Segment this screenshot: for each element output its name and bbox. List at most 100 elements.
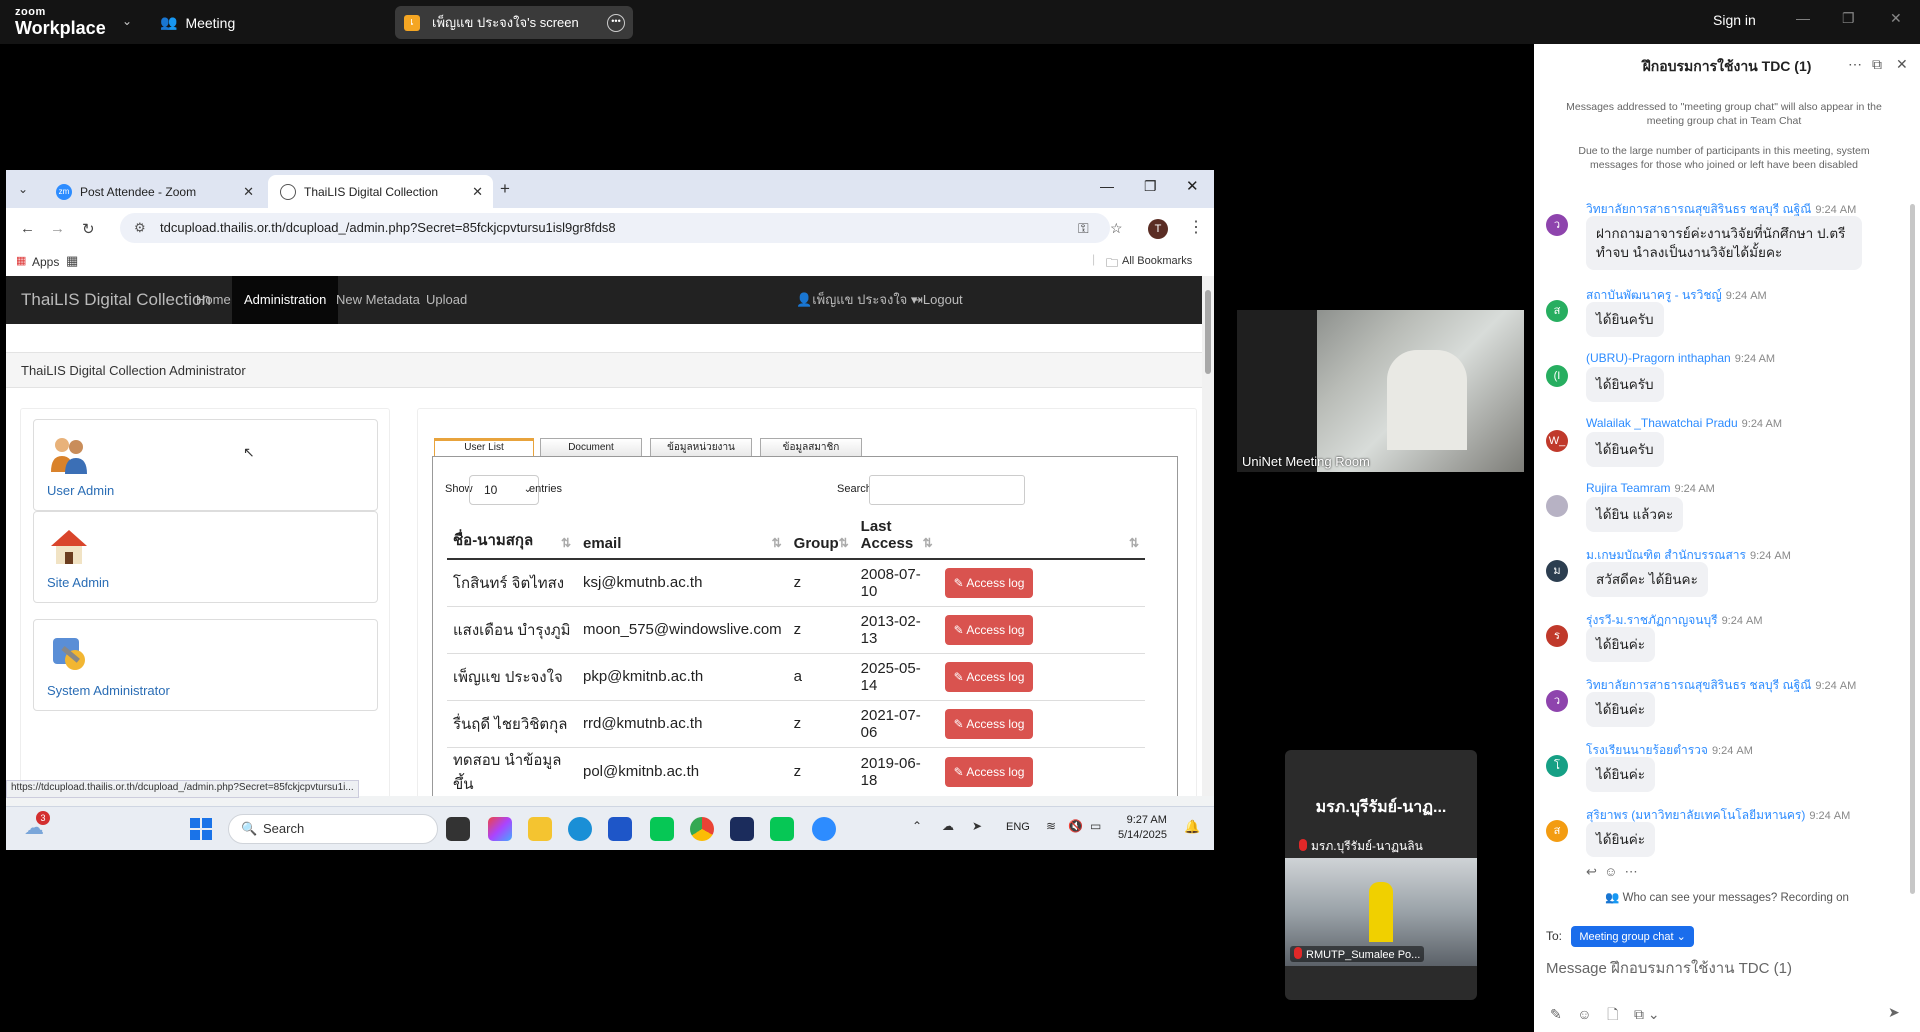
- close-icon[interactable]: ✕: [472, 184, 483, 200]
- more-icon[interactable]: ⋯: [1625, 864, 1638, 879]
- reload-icon[interactable]: ↻: [82, 220, 95, 238]
- copilot-icon[interactable]: [488, 817, 512, 841]
- back-icon[interactable]: ←: [20, 220, 35, 237]
- emoji-icon[interactable]: ☺: [1577, 1006, 1591, 1022]
- column-name[interactable]: ชื่อ-นามสกุล ⇅: [447, 513, 577, 560]
- sender-name[interactable]: สถาบันพัฒนาครู - นรวิชญ์: [1586, 288, 1722, 302]
- language-indicator[interactable]: ENG: [1006, 821, 1030, 833]
- file-icon[interactable]: 🗋: [1607, 1006, 1618, 1022]
- screen-share-indicator[interactable]: เ เพ็ญแข ประจงใจ's screen •••: [395, 6, 633, 39]
- more-icon[interactable]: •••: [607, 13, 625, 32]
- chat-scrollbar[interactable]: [1910, 204, 1915, 894]
- column-email[interactable]: email ⇅: [577, 513, 788, 560]
- sender-name[interactable]: ม.เกษมบัณฑิต สำนักบรรณสาร: [1586, 548, 1746, 562]
- windows-start-icon[interactable]: [190, 818, 212, 840]
- taskbar-search[interactable]: 🔍 Search: [228, 814, 438, 844]
- url-input[interactable]: ⚙ tdcupload.thailis.or.th/dcupload_/admi…: [120, 213, 1123, 243]
- meeting-menu[interactable]: 👥 Meeting: [160, 14, 235, 31]
- access-log-button[interactable]: ✎ Access log: [944, 756, 1034, 787]
- sender-name[interactable]: วิทยาลัยการสาธารณสุขสิรินธร ชลบุรี ณฐิณี: [1586, 202, 1811, 216]
- nav-new-metadata[interactable]: New Metadata: [326, 276, 430, 324]
- message-input[interactable]: Message ฝึกอบรมการใช้งาน TDC (1): [1546, 956, 1792, 980]
- zoom-icon[interactable]: [812, 817, 836, 841]
- popout-icon[interactable]: ⧉: [1872, 56, 1882, 73]
- file-explorer-icon[interactable]: [528, 817, 552, 841]
- site-admin-card[interactable]: Site Admin: [33, 511, 378, 603]
- all-bookmarks[interactable]: All Bookmarks: [1122, 255, 1192, 267]
- sender-name[interactable]: โรงเรียนนายร้อยตำรวจ: [1586, 743, 1708, 757]
- tab-document[interactable]: Document: [540, 438, 642, 456]
- sender-name[interactable]: รุ่งรวี-ม.ราชภัฏกาญจนบุรี: [1586, 613, 1718, 627]
- send-icon[interactable]: ➤: [1888, 1004, 1900, 1021]
- tab-thailis[interactable]: ThaiLIS Digital Collection ✕: [268, 175, 493, 208]
- tab-search-icon[interactable]: ⌄: [18, 182, 28, 196]
- system-admin-card[interactable]: System Administrator: [33, 619, 378, 711]
- location-icon[interactable]: ➤: [972, 819, 982, 833]
- maximize-icon[interactable]: ❐: [1144, 178, 1157, 195]
- edge-icon[interactable]: [568, 817, 592, 841]
- minimize-icon[interactable]: —: [1100, 178, 1114, 194]
- app-icon[interactable]: [730, 817, 754, 841]
- recipient-dropdown[interactable]: Meeting group chat ⌄: [1571, 926, 1694, 947]
- tray-chevron-icon[interactable]: ⌃: [912, 819, 922, 833]
- minimize-icon[interactable]: —: [1796, 10, 1810, 26]
- forward-icon[interactable]: →: [50, 220, 65, 237]
- chevron-down-icon[interactable]: ⌄: [1648, 1006, 1660, 1022]
- maximize-icon[interactable]: ❐: [1842, 10, 1855, 27]
- apps-bookmark[interactable]: Apps: [32, 255, 59, 269]
- reply-icon[interactable]: ↩: [1586, 864, 1597, 879]
- sender-name[interactable]: สุริยาพร (มหาวิทยาลัยเทคโนโลยีมหานคร): [1586, 808, 1805, 822]
- tab-agency-info[interactable]: ข้อมูลหน่วยงาน: [650, 438, 752, 456]
- nav-administration[interactable]: Administration: [232, 276, 339, 324]
- close-icon[interactable]: ✕: [1890, 10, 1902, 27]
- new-tab-icon[interactable]: +: [500, 179, 510, 199]
- chevron-down-icon[interactable]: ⌄: [122, 14, 132, 28]
- format-icon[interactable]: ✎: [1550, 1006, 1562, 1022]
- access-log-button[interactable]: ✎ Access log: [944, 567, 1034, 598]
- column-actions[interactable]: ⇅: [938, 513, 1145, 560]
- close-icon[interactable]: ✕: [1896, 56, 1908, 73]
- screenshot-icon[interactable]: ⧉: [1634, 1006, 1644, 1022]
- line-icon[interactable]: [770, 817, 794, 841]
- sign-in-button[interactable]: Sign in: [1713, 12, 1756, 28]
- page-scrollbar[interactable]: [1202, 276, 1214, 796]
- nav-upload[interactable]: Upload: [416, 276, 477, 324]
- app-brand[interactable]: ThaiLIS Digital Collection: [21, 290, 211, 310]
- tab-member-info[interactable]: ข้อมูลสมาชิก: [760, 438, 862, 456]
- tab-post-attendee[interactable]: zm Post Attendee - Zoom ✕: [44, 175, 264, 208]
- access-log-button[interactable]: ✎ Access log: [944, 614, 1034, 645]
- volume-icon[interactable]: 🔇: [1068, 819, 1083, 833]
- logout-link[interactable]: ⇥Logout: [902, 276, 973, 324]
- access-log-button[interactable]: ✎ Access log: [944, 708, 1034, 739]
- store-icon[interactable]: [608, 817, 632, 841]
- who-can-see-link[interactable]: 👥 Who can see your messages? Recording o…: [1534, 890, 1920, 904]
- video-tile-uninet[interactable]: UniNet Meeting Room: [1237, 310, 1524, 472]
- battery-icon[interactable]: ▭: [1090, 819, 1101, 833]
- close-icon[interactable]: ✕: [243, 184, 254, 200]
- sender-name[interactable]: (UBRU)-Pragorn inthaphan: [1586, 351, 1731, 365]
- profile-avatar[interactable]: T: [1148, 219, 1168, 239]
- site-info-icon[interactable]: ⚙: [134, 213, 146, 243]
- column-group[interactable]: Group ⇅: [787, 513, 855, 560]
- close-icon[interactable]: ✕: [1186, 177, 1199, 195]
- more-options-icon[interactable]: ⋯: [1848, 56, 1862, 73]
- line-icon[interactable]: [650, 817, 674, 841]
- notification-icon[interactable]: 🔔: [1184, 819, 1200, 835]
- access-log-button[interactable]: ✎ Access log: [944, 661, 1034, 692]
- cloud-icon[interactable]: ☁: [942, 819, 954, 833]
- scrollbar-thumb[interactable]: [1205, 290, 1211, 374]
- tab-user-list[interactable]: User List: [434, 438, 534, 456]
- bookmark-star-icon[interactable]: ☆: [1110, 213, 1123, 243]
- browser-menu-icon[interactable]: ⋮: [1188, 217, 1204, 237]
- column-last-access[interactable]: Last Access ⇅: [854, 513, 939, 560]
- emoji-react-icon[interactable]: ☺: [1604, 864, 1617, 879]
- user-admin-card[interactable]: User Admin: [33, 419, 378, 511]
- sender-name[interactable]: Rujira Teamram: [1586, 481, 1670, 495]
- taskbar-clock[interactable]: 9:27 AM 5/14/2025: [1118, 813, 1167, 843]
- tab-groups-icon[interactable]: ▦: [66, 253, 78, 269]
- sender-name[interactable]: Walailak _Thawatchai Pradu: [1586, 416, 1738, 430]
- task-view-icon[interactable]: [446, 817, 470, 841]
- chrome-icon[interactable]: [690, 817, 714, 841]
- wifi-icon[interactable]: ≋: [1046, 819, 1056, 833]
- video-tile-participant[interactable]: มรภ.บุรีรัมย์-นาฏ... มรภ.บุรีรัมย์-นาฏนล…: [1285, 750, 1477, 1000]
